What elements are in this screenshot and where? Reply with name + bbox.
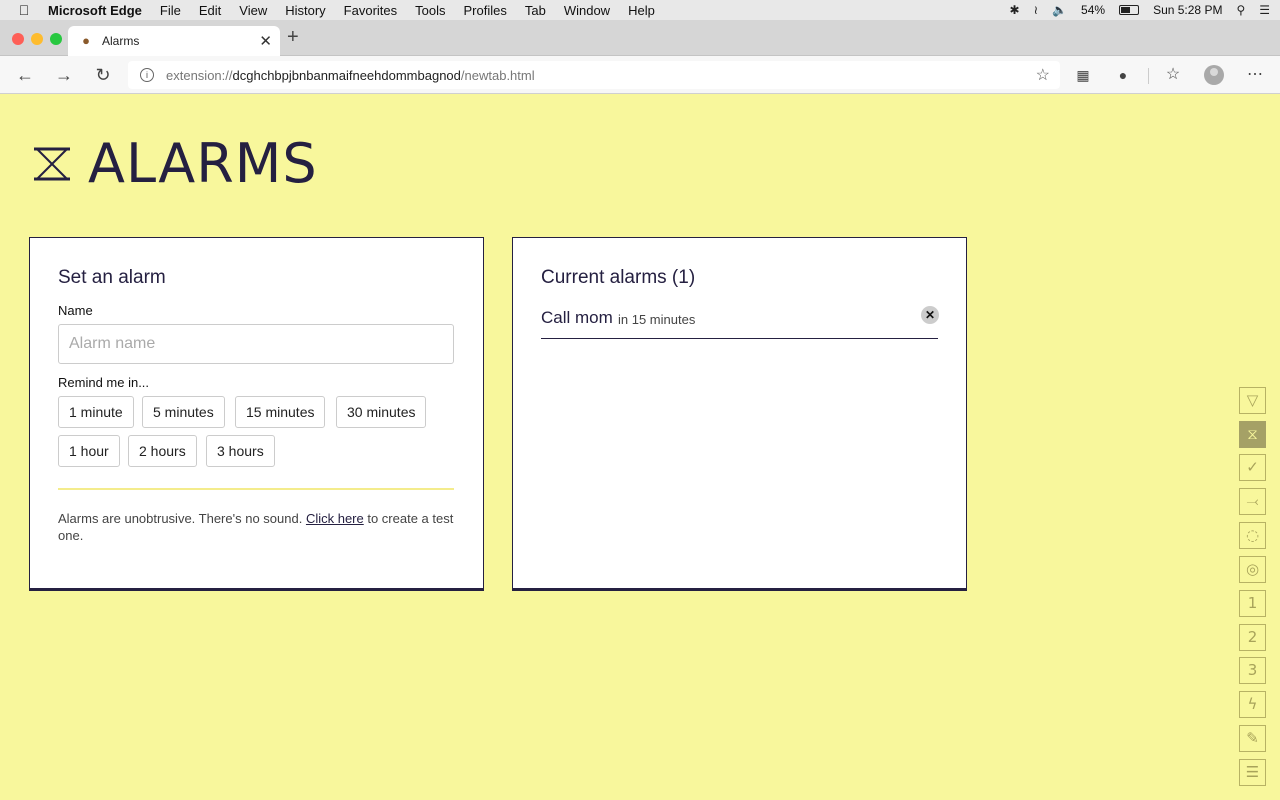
squirrel-extension-icon[interactable]: ● <box>1112 64 1134 86</box>
help-note: Alarms are unobtrusive. There's no sound… <box>58 511 454 543</box>
favorite-star-icon[interactable]: ☆ <box>1036 65 1050 85</box>
rail-lightning-icon[interactable]: ϟ <box>1239 691 1266 718</box>
menu-profiles[interactable]: Profiles <box>464 3 507 18</box>
alarm-name: Call mom <box>541 308 613 327</box>
name-label: Name <box>58 303 93 318</box>
address-bar[interactable]: i extension://dcghchbpjbnbanmaifneehdomm… <box>128 61 1060 89</box>
remind-label: Remind me in... <box>58 375 150 390</box>
current-alarms-heading: Current alarms (1) <box>541 267 696 288</box>
menu-file[interactable]: File <box>160 3 181 18</box>
tab-strip: ● Alarms ✕ + <box>0 20 1280 56</box>
refresh-icon[interactable]: ↻ <box>92 64 114 86</box>
rail-menu-icon[interactable]: ☰ <box>1239 759 1266 786</box>
alarm-time-remaining: in 15 minutes <box>618 312 696 327</box>
browser-toolbar: ← → ↻ i extension://dcghchbpjbnbanmaifne… <box>0 56 1280 94</box>
menu-history[interactable]: History <box>285 3 325 18</box>
status-area: ✱ ≀ 🔈 54% Sun 5:28 PM ⚲ ☰ <box>1010 0 1270 20</box>
notification-center-icon[interactable]: ☰ <box>1259 3 1270 17</box>
tab-close-icon[interactable]: ✕ <box>259 32 272 50</box>
menu-favorites[interactable]: Favorites <box>344 3 397 18</box>
back-arrow-icon[interactable]: ← <box>14 64 36 86</box>
duration-2-hours-button[interactable]: 2 hours <box>128 435 197 467</box>
menu-view[interactable]: View <box>239 3 267 18</box>
rail-alarms-icon[interactable]: ⧖ <box>1239 421 1266 448</box>
fullscreen-window-button[interactable] <box>50 33 62 45</box>
create-test-alarm-link[interactable]: Click here <box>306 511 364 526</box>
alarm-name-input[interactable] <box>58 324 454 364</box>
duration-30-minutes-button[interactable]: 30 minutes <box>336 396 427 428</box>
rail-filter-icon[interactable]: ▽ <box>1239 387 1266 414</box>
extension-icon[interactable]: ▦ <box>1072 64 1094 86</box>
menu-help[interactable]: Help <box>628 3 655 18</box>
more-options-icon[interactable]: ⋯ <box>1244 64 1266 86</box>
apple-icon[interactable]:  <box>16 2 32 18</box>
current-alarms-card: Current alarms (1) Call mom in 15 minute… <box>512 237 967 591</box>
duration-1-minute-button[interactable]: 1 minute <box>58 396 134 428</box>
duration-1-hour-button[interactable]: 1 hour <box>58 435 120 467</box>
spotlight-search-icon[interactable]: ⚲ <box>1236 3 1245 17</box>
battery-icon[interactable] <box>1119 5 1140 15</box>
info-icon[interactable]: i <box>140 68 154 82</box>
bluetooth-icon[interactable]: ✱ <box>1010 3 1020 17</box>
hourglass-icon <box>34 147 70 180</box>
menu-window[interactable]: Window <box>564 3 610 18</box>
wifi-icon[interactable]: ≀ <box>1034 3 1039 17</box>
forward-arrow-icon[interactable]: → <box>53 64 75 86</box>
duration-5-minutes-button[interactable]: 5 minutes <box>142 396 225 428</box>
page-header: ALARMS <box>32 132 318 195</box>
toolbar-divider <box>1148 68 1149 84</box>
duration-3-hours-button[interactable]: 3 hours <box>206 435 275 467</box>
duration-15-minutes-button[interactable]: 15 minutes <box>235 396 326 428</box>
section-divider <box>58 488 454 490</box>
new-tab-button[interactable]: + <box>287 26 299 49</box>
set-alarm-card: Set an alarm Name Remind me in... 1 minu… <box>29 237 484 591</box>
rail-pencil-icon[interactable]: ✎ <box>1239 725 1266 752</box>
clock[interactable]: Sun 5:28 PM <box>1153 3 1222 17</box>
rail-circle-icon[interactable]: ◌ <box>1239 522 1266 549</box>
favorites-list-icon[interactable]: ☆ <box>1162 64 1184 86</box>
page-title: ALARMS <box>88 132 318 195</box>
rail-one-icon[interactable]: 1 <box>1239 590 1266 617</box>
remove-alarm-icon[interactable]: ✕ <box>921 306 939 324</box>
rail-target-icon[interactable]: ◎ <box>1239 556 1266 583</box>
menu-edit[interactable]: Edit <box>199 3 221 18</box>
tab-alarms[interactable]: ● Alarms ✕ <box>68 26 280 56</box>
alarm-list-item: Call mom in 15 minutes ✕ <box>541 306 939 339</box>
menu-app-name[interactable]: Microsoft Edge <box>48 3 142 18</box>
rail-three-icon[interactable]: 3 <box>1239 657 1266 684</box>
rail-branch-icon[interactable]: ⤙ <box>1239 488 1266 515</box>
menu-bar:  Microsoft Edge File Edit View History … <box>0 0 1280 20</box>
profile-avatar[interactable] <box>1204 65 1224 85</box>
close-window-button[interactable] <box>12 33 24 45</box>
battery-percent: 54% <box>1081 3 1106 17</box>
minimize-window-button[interactable] <box>31 33 43 45</box>
volume-icon[interactable]: 🔈 <box>1052 3 1067 17</box>
squirrel-favicon-icon: ● <box>82 33 90 48</box>
menu-tab[interactable]: Tab <box>525 3 546 18</box>
rail-two-icon[interactable]: 2 <box>1239 624 1266 651</box>
tab-title: Alarms <box>102 34 140 48</box>
menu-tools[interactable]: Tools <box>415 3 445 18</box>
set-alarm-heading: Set an alarm <box>58 267 166 288</box>
url-text[interactable]: extension://dcghchbpjbnbanmaifneehdommba… <box>166 68 535 83</box>
rail-check-icon[interactable]: ✓ <box>1239 454 1266 481</box>
